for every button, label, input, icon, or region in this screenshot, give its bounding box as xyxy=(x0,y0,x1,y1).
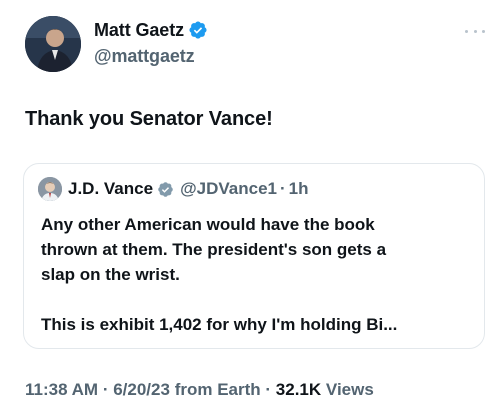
quote-author-name[interactable]: J.D. Vance xyxy=(68,179,153,199)
tweet-card: Matt Gaetz @mattgaetz Thank you Senator … xyxy=(0,0,500,412)
author-name-row: Matt Gaetz xyxy=(94,18,208,42)
verified-badge-icon xyxy=(188,20,208,40)
tweet-text: Thank you Senator Vance! xyxy=(25,108,273,130)
tweet-meta: 11:38 AM · 6/20/23 from Earth · 32.1K Vi… xyxy=(25,380,374,400)
meta-separator: · xyxy=(102,380,109,399)
author-display-name[interactable]: Matt Gaetz xyxy=(94,20,184,41)
more-dot xyxy=(465,29,468,33)
author-handle[interactable]: @mattgaetz xyxy=(94,46,208,67)
verified-badge-icon xyxy=(157,181,174,198)
more-dot xyxy=(473,29,477,33)
quote-separator: · xyxy=(279,179,286,198)
quote-text-line: Any other American would have the book xyxy=(41,215,375,234)
views-count[interactable]: 32.1K xyxy=(276,380,321,399)
author-avatar[interactable] xyxy=(25,16,81,72)
quote-text: Any other American would have the book t… xyxy=(41,212,481,337)
more-options-icon[interactable] xyxy=(462,24,488,38)
quote-text-line: thrown at them. The president's son gets… xyxy=(41,240,387,259)
author-block: Matt Gaetz @mattgaetz xyxy=(94,18,208,67)
views-label: Views xyxy=(325,380,374,399)
tweet-source: from Earth xyxy=(174,380,261,399)
quote-header: J.D. Vance @JDVance1 · 1h xyxy=(38,176,309,202)
tweet-date[interactable]: 6/20/23 xyxy=(113,380,170,399)
more-dot xyxy=(482,29,485,33)
quote-text-line: slap on the wrist. xyxy=(41,265,180,284)
quote-text-truncated: This is exhibit 1,402 for why I'm holdin… xyxy=(41,315,398,334)
meta-separator: · xyxy=(265,380,272,399)
quote-timestamp[interactable]: 1h xyxy=(289,179,309,199)
tweet-time[interactable]: 11:38 AM xyxy=(25,380,98,399)
quoted-tweet[interactable]: J.D. Vance @JDVance1 · 1h Any other Amer… xyxy=(23,163,485,349)
quote-author-handle[interactable]: @JDVance1 xyxy=(180,179,277,199)
quote-author-avatar[interactable] xyxy=(38,177,62,201)
